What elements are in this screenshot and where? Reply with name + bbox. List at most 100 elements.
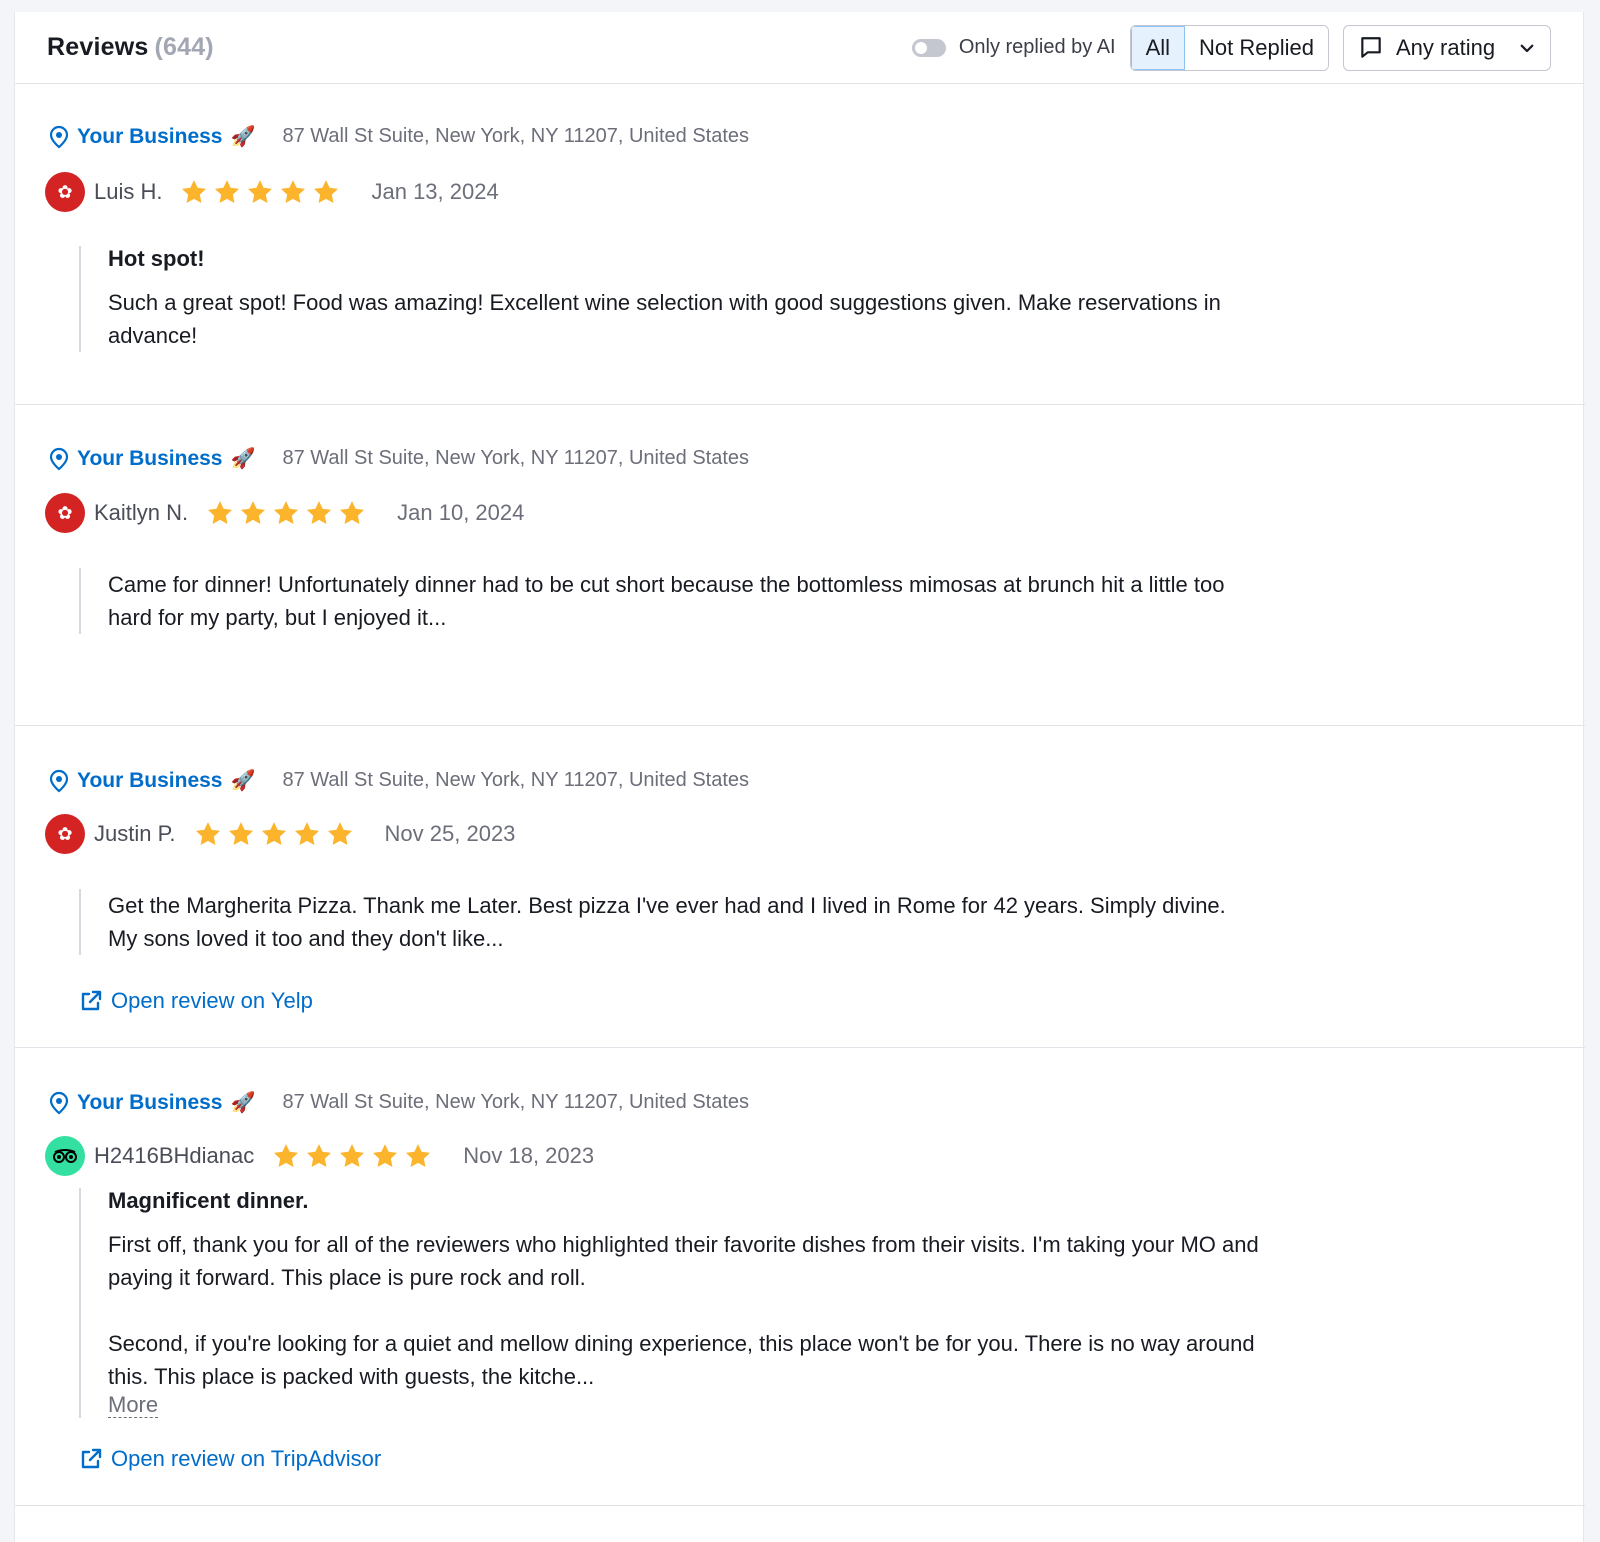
rocket-icon: 🚀 bbox=[230, 126, 256, 148]
comment-icon bbox=[1361, 36, 1381, 58]
review-card: Your Business 🚀 87 Wall St Suite, New Yo… bbox=[15, 1048, 1585, 1506]
yelp-icon: ✿ bbox=[45, 814, 85, 854]
star-icon bbox=[281, 180, 306, 203]
reply-filter-segment: All Not Replied bbox=[1129, 24, 1329, 71]
review-paragraph: Came for dinner! Unfortunately dinner ha… bbox=[108, 572, 1225, 630]
author-line: ✿ Justin P. Nov 25, 2023 bbox=[45, 814, 515, 854]
star-icon bbox=[307, 1144, 332, 1167]
open-review-label: Open review on Yelp bbox=[111, 988, 313, 1013]
business-line: Your Business 🚀 87 Wall St Suite, New Yo… bbox=[47, 1090, 749, 1115]
business-name[interactable]: Your Business bbox=[77, 447, 222, 471]
star-icon bbox=[241, 501, 266, 524]
rating-filter-select[interactable]: Any rating bbox=[1343, 24, 1551, 71]
rating-filter-value: Any rating bbox=[1396, 34, 1496, 60]
star-icon bbox=[274, 1144, 299, 1167]
yelp-icon: ✿ bbox=[45, 493, 85, 533]
review-text: Get the Margherita Pizza. Thank me Later… bbox=[108, 889, 1259, 955]
reviews-header: Reviews (644) Only replied by AI All Not … bbox=[15, 12, 1583, 84]
star-icon bbox=[182, 180, 207, 203]
location-pin-icon bbox=[49, 447, 69, 470]
star-icon bbox=[208, 501, 233, 524]
star-icon bbox=[261, 822, 286, 845]
title-text: Reviews bbox=[47, 33, 149, 61]
author-line: H2416BHdianac Nov 18, 2023 bbox=[45, 1136, 594, 1176]
review-body: Hot spot! Such a great spot! Food was am… bbox=[79, 246, 1259, 352]
tripadvisor-icon bbox=[45, 1136, 85, 1176]
business-name[interactable]: Your Business bbox=[77, 1091, 222, 1115]
author-line: ✿ Kaitlyn N. Jan 10, 2024 bbox=[45, 493, 524, 533]
star-rating bbox=[180, 178, 345, 206]
business-address: 87 Wall St Suite, New York, NY 11207, Un… bbox=[282, 769, 750, 791]
review-text: Such a great spot! Food was amazing! Exc… bbox=[108, 286, 1259, 352]
reviews-panel: Reviews (644) Only replied by AI All Not … bbox=[14, 12, 1585, 1542]
chevron-down-icon bbox=[1520, 44, 1534, 52]
star-icon bbox=[314, 180, 339, 203]
author-name: Kaitlyn N. bbox=[94, 500, 189, 525]
open-review-link[interactable]: Open review on TripAdvisor bbox=[79, 1446, 381, 1472]
more-link[interactable]: More bbox=[108, 1393, 159, 1418]
review-card: Your Business 🚀 87 Wall St Suite, New Yo… bbox=[15, 726, 1585, 1048]
segment-not-replied[interactable]: Not Replied bbox=[1185, 25, 1328, 70]
owl-eyes-icon bbox=[53, 1149, 77, 1163]
review-date: Jan 10, 2024 bbox=[397, 500, 525, 525]
star-icon bbox=[228, 822, 253, 845]
external-link-icon bbox=[81, 1448, 102, 1469]
page-title: Reviews (644) bbox=[47, 33, 214, 62]
star-icon bbox=[327, 822, 352, 845]
star-icon bbox=[340, 1144, 365, 1167]
location-pin-icon bbox=[49, 125, 69, 148]
review-title: Magnificent dinner. bbox=[108, 1188, 309, 1213]
star-icon bbox=[294, 822, 319, 845]
star-icon bbox=[373, 1144, 398, 1167]
location-pin-icon bbox=[49, 769, 69, 792]
rocket-icon: 🚀 bbox=[230, 448, 256, 470]
business-address: 87 Wall St Suite, New York, NY 11207, Un… bbox=[282, 125, 750, 147]
review-date: Nov 25, 2023 bbox=[384, 821, 516, 846]
star-rating bbox=[194, 820, 359, 848]
yelp-icon: ✿ bbox=[45, 172, 85, 212]
author-name: Justin P. bbox=[94, 821, 176, 846]
star-icon bbox=[215, 180, 240, 203]
review-paragraph: Such a great spot! Food was amazing! Exc… bbox=[108, 290, 1221, 348]
location-pin-icon bbox=[49, 1091, 69, 1114]
ai-replied-toggle-label: Only replied by AI bbox=[958, 36, 1116, 58]
open-review-label: Open review on TripAdvisor bbox=[111, 1446, 382, 1471]
star-icon bbox=[248, 180, 273, 203]
review-body: Came for dinner! Unfortunately dinner ha… bbox=[79, 568, 1259, 634]
open-review-link[interactable]: Open review on Yelp bbox=[79, 988, 313, 1014]
star-icon bbox=[307, 501, 332, 524]
external-link-icon bbox=[81, 990, 102, 1011]
star-icon bbox=[340, 501, 365, 524]
review-card: Your Business 🚀 87 Wall St Suite, New Yo… bbox=[15, 84, 1585, 405]
review-date: Nov 18, 2023 bbox=[463, 1143, 595, 1168]
business-address: 87 Wall St Suite, New York, NY 11207, Un… bbox=[282, 1091, 750, 1113]
business-line: Your Business 🚀 87 Wall St Suite, New Yo… bbox=[47, 768, 749, 793]
star-icon bbox=[195, 822, 220, 845]
business-line: Your Business 🚀 87 Wall St Suite, New Yo… bbox=[47, 446, 749, 471]
business-line: Your Business 🚀 87 Wall St Suite, New Yo… bbox=[47, 124, 749, 149]
review-text: First off, thank you for all of the revi… bbox=[108, 1228, 1259, 1393]
review-count: (644) bbox=[154, 33, 214, 61]
review-card: Your Business 🚀 87 Wall St Suite, New Yo… bbox=[15, 405, 1585, 726]
review-date: Jan 13, 2024 bbox=[371, 179, 499, 204]
author-line: ✿ Luis H. Jan 13, 2024 bbox=[45, 172, 499, 212]
segment-all[interactable]: All bbox=[1130, 25, 1186, 70]
rocket-icon: 🚀 bbox=[230, 1092, 256, 1114]
review-body: Get the Margherita Pizza. Thank me Later… bbox=[79, 889, 1259, 955]
review-paragraph: Second, if you're looking for a quiet an… bbox=[108, 1331, 1255, 1389]
star-icon bbox=[406, 1144, 431, 1167]
review-body: Magnificent dinner. First off, thank you… bbox=[79, 1188, 1259, 1418]
star-rating bbox=[272, 1142, 437, 1170]
star-rating bbox=[206, 499, 371, 527]
author-name: H2416BHdianac bbox=[94, 1143, 255, 1168]
star-icon bbox=[274, 501, 299, 524]
ai-replied-toggle[interactable] bbox=[911, 38, 946, 57]
review-title: Hot spot! bbox=[108, 246, 205, 271]
business-name[interactable]: Your Business bbox=[77, 125, 222, 149]
rocket-icon: 🚀 bbox=[230, 770, 256, 792]
review-paragraph: Get the Margherita Pizza. Thank me Later… bbox=[108, 893, 1226, 951]
business-name[interactable]: Your Business bbox=[77, 769, 222, 793]
filter-controls: Only replied by AI All Not Replied Any r… bbox=[911, 24, 1551, 71]
review-text: Came for dinner! Unfortunately dinner ha… bbox=[108, 568, 1259, 634]
business-address: 87 Wall St Suite, New York, NY 11207, Un… bbox=[282, 447, 750, 469]
